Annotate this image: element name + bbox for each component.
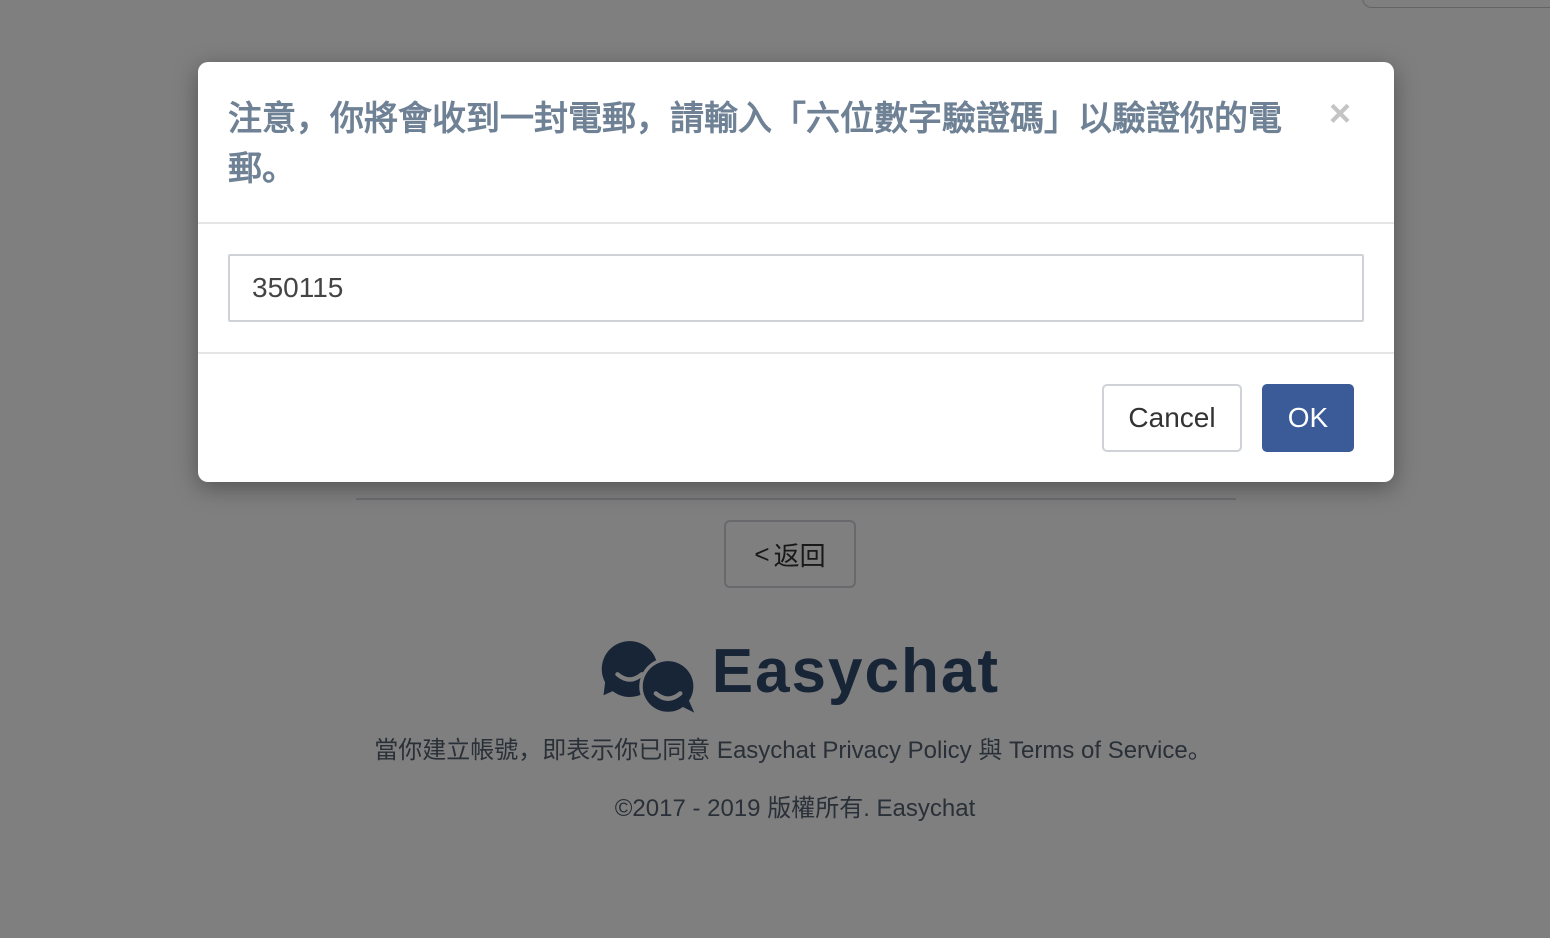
cancel-button[interactable]: Cancel	[1102, 384, 1242, 452]
dialog-header: 注意，你將會收到一封電郵，請輸入「六位數字驗證碼」以驗證你的電郵。 ×	[198, 62, 1394, 224]
dialog-body	[198, 224, 1394, 354]
dialog-title: 注意，你將會收到一封電郵，請輸入「六位數字驗證碼」以驗證你的電郵。	[228, 100, 1282, 188]
dialog-footer: Cancel OK	[198, 354, 1394, 482]
screen: < 返回 Easychat 當你建立帳號，即表示你已同意 Easychat Pr…	[0, 0, 1550, 938]
ok-button[interactable]: OK	[1262, 384, 1354, 452]
verification-dialog: 注意，你將會收到一封電郵，請輸入「六位數字驗證碼」以驗證你的電郵。 × Canc…	[198, 62, 1394, 482]
verification-code-input[interactable]	[228, 254, 1364, 322]
close-icon[interactable]: ×	[1320, 92, 1360, 136]
